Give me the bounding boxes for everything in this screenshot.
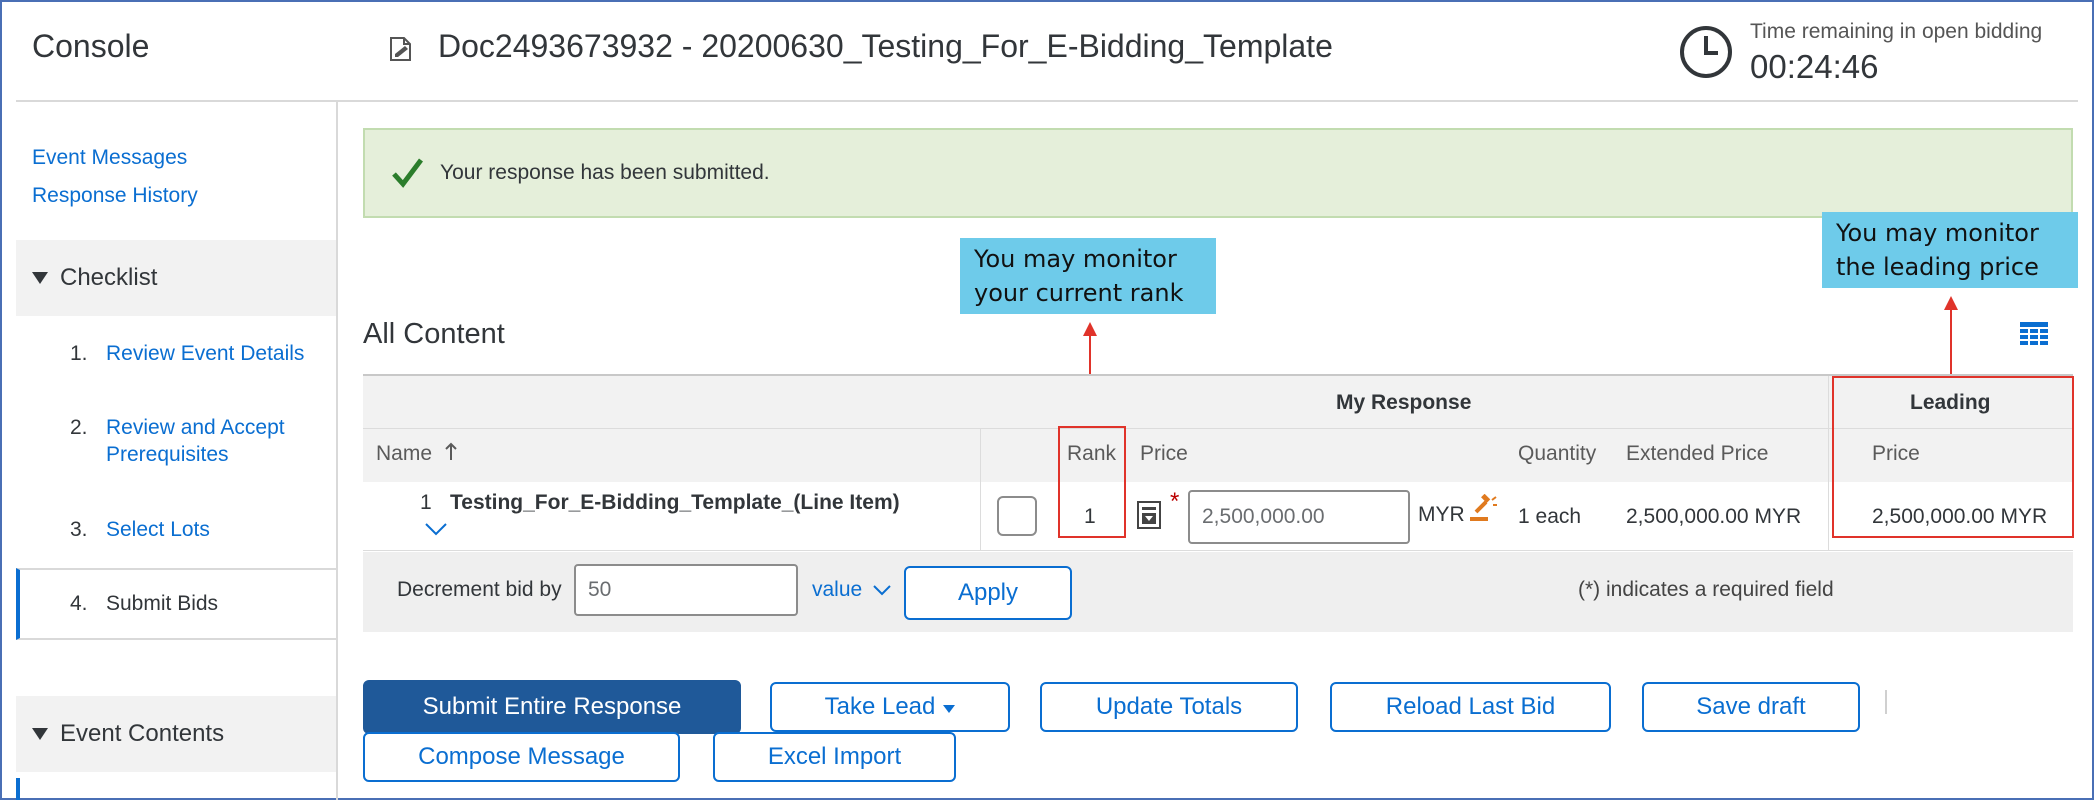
callout-line: You may monitor (974, 245, 1177, 273)
callout-line: You may monitor (1836, 219, 2039, 247)
success-message: Your response has been submitted. (440, 161, 770, 184)
step-number: 2. (70, 416, 88, 439)
table-header (363, 376, 2073, 482)
sidebar-accent (16, 778, 20, 800)
save-draft-button[interactable]: Save draft (1642, 682, 1860, 732)
response-history-link[interactable]: Response History (32, 184, 198, 208)
row-border (363, 550, 2073, 551)
step-number: 1. (70, 342, 88, 365)
chevron-down-icon (873, 585, 891, 596)
callout-line: the leading price (1836, 253, 2039, 281)
console-title: Console (32, 28, 150, 64)
my-response-group-header: My Response (1336, 391, 1472, 414)
line-item-name: Testing_For_E-Bidding_Template_(Line Ite… (450, 491, 900, 514)
column-separator (980, 429, 981, 550)
document-title: Doc2493673932 - 20200630_Testing_For_E-B… (438, 28, 1333, 64)
caret-down-icon (943, 705, 956, 713)
sort-ascending-icon (445, 442, 457, 460)
take-lead-label: Take Lead (824, 693, 936, 720)
event-contents-header[interactable]: Event Contents (16, 696, 336, 772)
value-dropdown-label: value (812, 578, 863, 601)
column-header-name[interactable]: Name (376, 442, 458, 466)
required-field-note: (*) indicates a required field (1578, 578, 1834, 601)
callout-line: your current rank (974, 279, 1184, 307)
checkmark-icon (392, 158, 423, 188)
event-contents-title: Event Contents (60, 720, 225, 747)
event-messages-link[interactable]: Event Messages (32, 146, 187, 170)
table-settings-icon[interactable] (2020, 322, 2048, 346)
quantity-value: 1 each (1518, 505, 1582, 528)
extended-price-value: 2,500,000.00 MYR (1626, 505, 1802, 528)
clock-icon (1680, 26, 1732, 78)
price-arrow-line (1950, 308, 1952, 376)
time-remaining-value: 00:24:46 (1750, 48, 1879, 85)
take-lead-button[interactable]: Take Lead (770, 682, 1010, 732)
toolbar-separator (1885, 690, 1887, 714)
price-details-icon[interactable] (1137, 501, 1161, 529)
header-separator (363, 428, 2073, 429)
rank-callout: You may monitor your current rank (960, 238, 1216, 314)
step-number: 3. (70, 518, 88, 541)
currency-label: MYR (1418, 503, 1465, 526)
step-label-line: Review and Accept (106, 416, 285, 439)
required-indicator: * (1170, 488, 1180, 515)
excel-import-button[interactable]: Excel Import (713, 732, 956, 782)
rank-highlight-box (1058, 426, 1126, 538)
expand-chevron-icon[interactable] (424, 522, 448, 536)
gavel-icon[interactable] (1468, 494, 1498, 522)
column-header-extended-price[interactable]: Extended Price (1626, 442, 1768, 466)
all-content-title: All Content (363, 318, 505, 350)
submit-entire-response-button[interactable]: Submit Entire Response (363, 680, 741, 734)
price-input[interactable] (1188, 490, 1410, 544)
compose-message-button[interactable]: Compose Message (363, 732, 680, 782)
step-select-lots[interactable]: Select Lots (106, 516, 210, 543)
step-label-line: Prerequisites (106, 443, 229, 466)
decrement-input[interactable] (574, 564, 798, 616)
row-number: 1 (420, 491, 432, 514)
column-header-name-label: Name (376, 442, 433, 465)
step-review-accept-prerequisites[interactable]: Review and Accept Prerequisites (106, 414, 285, 468)
step-number: 4. (70, 592, 88, 615)
step-submit-bids-label: Submit Bids (106, 592, 219, 615)
value-dropdown[interactable]: value (812, 578, 892, 602)
column-header-quantity[interactable]: Quantity (1518, 442, 1596, 466)
header-divider (16, 100, 2078, 102)
column-header-price[interactable]: Price (1140, 442, 1188, 466)
decrement-label: Decrement bid by (397, 578, 562, 601)
update-totals-button[interactable]: Update Totals (1040, 682, 1298, 732)
column-separator (1828, 376, 1829, 550)
step-review-event-details[interactable]: Review Event Details (106, 340, 304, 367)
leading-price-highlight-box (1832, 376, 2074, 538)
leading-price-callout: You may monitor the leading price (1822, 212, 2078, 288)
collapse-triangle-icon (32, 728, 48, 740)
checklist-title: Checklist (60, 264, 158, 291)
sidebar-divider (336, 101, 338, 800)
document-icon (390, 37, 411, 61)
checklist-header[interactable]: Checklist (16, 240, 336, 316)
step-submit-bids[interactable]: 4. Submit Bids (16, 568, 336, 640)
time-remaining-label: Time remaining in open bidding (1750, 20, 2043, 43)
apply-button[interactable]: Apply (904, 566, 1072, 620)
reload-last-bid-button[interactable]: Reload Last Bid (1330, 682, 1611, 732)
collapse-triangle-icon (32, 272, 48, 284)
row-select-checkbox[interactable] (997, 496, 1037, 536)
